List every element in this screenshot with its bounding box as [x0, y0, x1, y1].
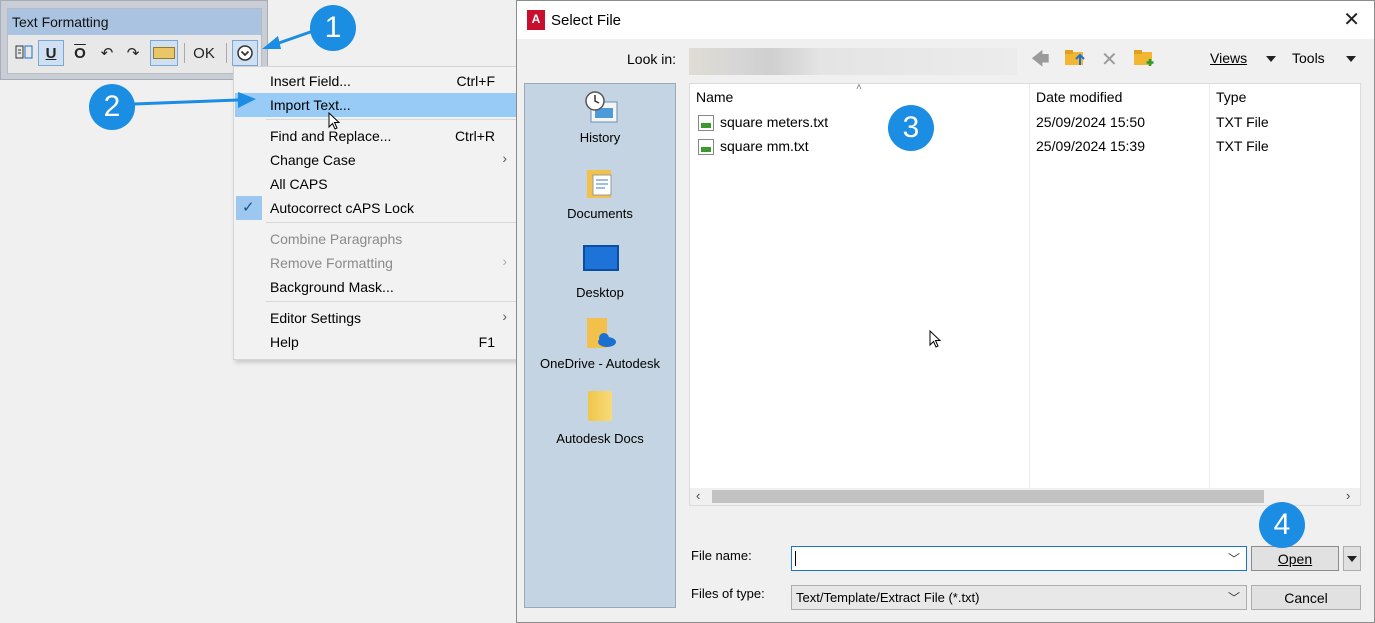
annotation-badge-2: 2	[89, 84, 135, 130]
annotation-badge-4: 4	[1259, 502, 1305, 548]
annotation-arrows	[133, 28, 317, 108]
annotation-badge-3: 3	[888, 105, 934, 151]
annotation-badge-1: 1	[310, 5, 356, 51]
